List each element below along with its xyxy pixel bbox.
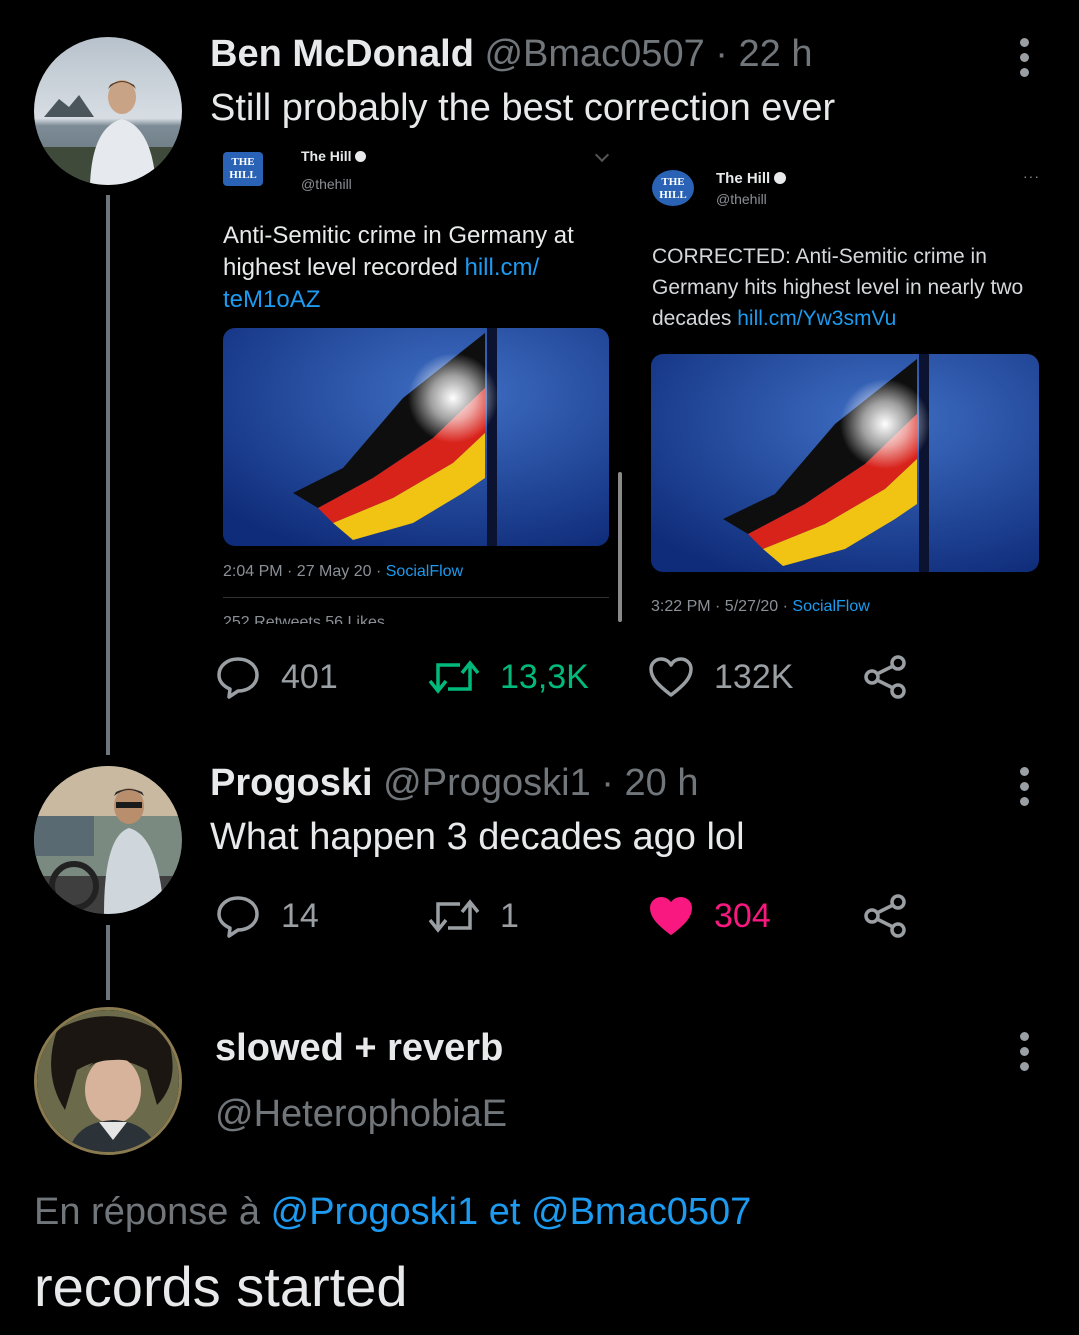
retweet-count: 1: [500, 896, 519, 935]
like-button[interactable]: 132K: [648, 655, 793, 699]
embedded-counts-cutoff: 252 Retweets 56 Likes: [223, 614, 385, 624]
share-button[interactable]: [862, 655, 928, 699]
author-handle[interactable]: @Progoski1: [383, 762, 591, 804]
retweet-icon: [428, 899, 480, 933]
timestamp[interactable]: · 22 h: [715, 33, 812, 75]
author-handle[interactable]: @HeterophobiaE: [215, 1093, 507, 1136]
like-count: 132K: [714, 657, 794, 696]
author-name[interactable]: Progoski: [210, 762, 373, 804]
thread-line: [106, 925, 110, 1000]
tweet-text: Still probably the best correction ever: [210, 87, 836, 129]
like-icon: [650, 897, 692, 935]
like-icon: [649, 657, 693, 697]
more-icon: ···: [1023, 168, 1040, 184]
avatar[interactable]: [34, 37, 182, 185]
author-name[interactable]: slowed + reverb: [215, 1027, 503, 1070]
flag-image: [223, 328, 609, 546]
embedded-source: SocialFlow: [792, 598, 870, 615]
share-icon: [864, 894, 906, 938]
thread-line: [106, 195, 110, 755]
tweet-text: What happen 3 decades ago lol: [210, 816, 745, 858]
more-icon[interactable]: [1020, 1032, 1030, 1077]
verified-icon: [355, 151, 367, 162]
reply-icon: [217, 657, 259, 699]
share-button[interactable]: [862, 894, 928, 938]
embedded-handle: @thehill: [301, 176, 352, 192]
embedded-source: SocialFlow: [385, 563, 464, 580]
reply-count: 401: [281, 657, 338, 696]
the-hill-logo: THE HILL: [223, 152, 263, 186]
author-name[interactable]: Ben McDonald: [210, 33, 474, 75]
embedded-handle: @thehill: [716, 191, 767, 207]
chevron-down-icon: [594, 147, 610, 163]
author-handle[interactable]: @Bmac0507: [484, 33, 704, 75]
retweet-count: 13,3K: [500, 657, 589, 696]
embedded-link: hill.cm/Yw3smVu: [737, 307, 897, 330]
more-icon[interactable]: [1020, 767, 1030, 812]
share-icon: [864, 655, 906, 699]
mention-and: et: [488, 1191, 521, 1233]
like-button[interactable]: 304: [648, 894, 771, 938]
tweet-media[interactable]: THE HILL The Hill @thehill Anti-Semitic …: [205, 140, 1055, 625]
embedded-name: The Hill: [301, 148, 352, 164]
tweet-text: records started: [34, 1255, 408, 1318]
retweet-button[interactable]: 13,3K: [428, 655, 589, 699]
retweet-icon: [428, 660, 480, 694]
timestamp[interactable]: · 20 h: [601, 762, 698, 804]
avatar[interactable]: [34, 1007, 182, 1155]
embedded-meta: 2:04 PM · 27 May 20 ·: [223, 563, 382, 580]
mention-bmac[interactable]: @Bmac0507: [531, 1191, 751, 1233]
retweet-button[interactable]: 1: [428, 894, 519, 938]
reply-context-label: En réponse à: [34, 1191, 261, 1233]
more-icon[interactable]: [1020, 38, 1030, 83]
reply-button[interactable]: 14: [215, 894, 319, 938]
reply-button[interactable]: 401: [215, 655, 338, 699]
like-count: 304: [714, 896, 771, 935]
embedded-name: The Hill: [716, 170, 771, 187]
the-hill-logo: THE HILL: [652, 170, 694, 206]
embedded-meta: 3:22 PM · 5/27/20 ·: [651, 598, 788, 615]
avatar[interactable]: [34, 766, 182, 914]
flag-image: [651, 354, 1039, 572]
reply-icon: [217, 896, 259, 938]
reply-count: 14: [281, 896, 319, 935]
mention-progoski[interactable]: @Progoski1: [271, 1191, 479, 1233]
divider: [223, 597, 609, 598]
scrollbar: [618, 472, 622, 622]
verified-icon: [774, 172, 787, 184]
